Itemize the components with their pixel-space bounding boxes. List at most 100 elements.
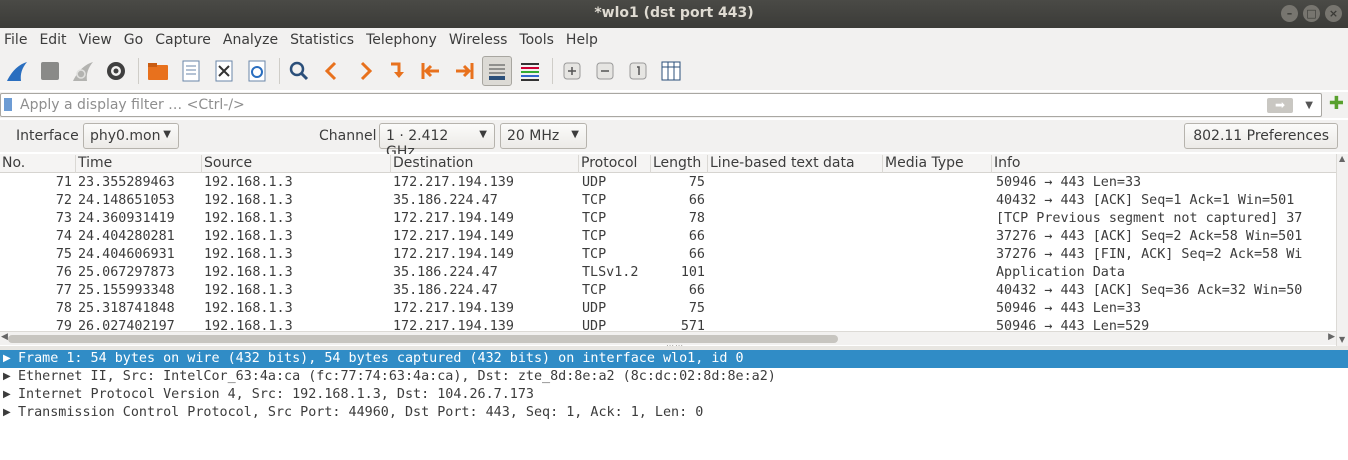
interface-label: Interface <box>16 128 79 144</box>
packet-list-header: No. Time Source Destination Protocol Len… <box>0 154 1348 173</box>
channel-width-select[interactable]: 20 MHz ▼ <box>500 123 587 149</box>
colorize-icon[interactable] <box>515 56 545 86</box>
cell-time: 23.355289463 <box>78 175 175 190</box>
back-arrow-icon[interactable] <box>317 56 347 86</box>
close-icon[interactable]: × <box>1325 5 1342 22</box>
autoscroll-icon[interactable] <box>482 56 512 86</box>
cell-info: 40432 → 443 [ACK] Seq=36 Ack=32 Win=50 <box>996 283 1303 298</box>
column-header-info[interactable]: Info <box>992 155 1336 173</box>
close-file-icon[interactable] <box>209 56 239 86</box>
search-icon[interactable] <box>284 56 314 86</box>
vertical-scrollbar[interactable]: ▲ ▼ <box>1336 154 1348 346</box>
menu-analyze[interactable]: Analyze <box>217 32 284 48</box>
cell-length: 75 <box>688 175 705 190</box>
table-row[interactable]: 72 24.148651053 192.168.1.3 35.186.224.47 TC… <box>0 192 1336 210</box>
details-row-ethernet[interactable]: ▶ Ethernet II, Src: IntelCor_63:4a:ca (f… <box>0 368 1348 386</box>
cell-no: 77 <box>55 283 72 298</box>
maximize-icon[interactable]: □ <box>1303 5 1320 22</box>
cell-no: 74 <box>55 229 72 244</box>
scroll-right-icon[interactable]: ▶ <box>1328 332 1335 342</box>
add-filter-button-icon[interactable]: ✚ <box>1329 95 1344 113</box>
shark-fin-start-icon[interactable] <box>2 56 32 86</box>
cell-destination: 172.217.194.139 <box>393 175 514 190</box>
stop-square-icon[interactable] <box>35 56 65 86</box>
expand-arrow-icon[interactable]: ▶ <box>3 386 11 404</box>
details-text: Transmission Control Protocol, Src Port:… <box>18 405 704 420</box>
go-to-packet-icon[interactable] <box>383 56 413 86</box>
table-row[interactable]: 76 25.067297873 192.168.1.3 35.186.224.47 TL… <box>0 264 1336 282</box>
scroll-down-icon[interactable]: ▼ <box>1339 335 1345 344</box>
menu-capture[interactable]: Capture <box>149 32 217 48</box>
display-filter-input[interactable]: Apply a display filter … <Ctrl-/> ➡ ▼ <box>0 93 1322 117</box>
cell-destination: 35.186.224.47 <box>393 265 498 280</box>
expand-arrow-icon[interactable]: ▶ <box>3 350 11 368</box>
table-row[interactable]: 75 24.404606931 192.168.1.3 172.217.194.149… <box>0 246 1336 264</box>
first-packet-icon[interactable] <box>416 56 446 86</box>
channel-width-value: 20 MHz <box>507 128 560 144</box>
apply-arrow-icon[interactable]: ➡ <box>1267 98 1293 113</box>
menu-tools[interactable]: Tools <box>513 32 560 48</box>
zoom-in-icon[interactable] <box>557 56 587 86</box>
column-header-time[interactable]: Time <box>76 155 202 173</box>
scrollbar-thumb[interactable] <box>8 335 838 343</box>
window-title: *wlo1 (dst port 443) <box>594 5 754 21</box>
reload-icon[interactable] <box>242 56 272 86</box>
cell-length: 66 <box>688 193 705 208</box>
column-header-no[interactable]: No. <box>0 155 76 173</box>
normal-size-icon[interactable] <box>623 56 653 86</box>
80211-preferences-button[interactable]: 802.11 Preferences <box>1184 123 1338 149</box>
cell-time: 24.148651053 <box>78 193 175 208</box>
open-folder-icon[interactable] <box>143 56 173 86</box>
column-header-destination[interactable]: Destination <box>391 155 579 173</box>
chevron-down-icon[interactable]: ▼ <box>1305 100 1313 111</box>
resize-columns-icon[interactable] <box>656 56 686 86</box>
scroll-up-icon[interactable]: ▲ <box>1339 154 1345 163</box>
last-packet-icon[interactable] <box>449 56 479 86</box>
cell-no: 76 <box>55 265 72 280</box>
zoom-out-icon[interactable] <box>590 56 620 86</box>
details-row-tcp[interactable]: ▶ Transmission Control Protocol, Src Por… <box>0 404 1348 422</box>
scroll-left-icon[interactable]: ◀ <box>1 332 8 342</box>
details-row-frame[interactable]: ▶ Frame 1: 54 bytes on wire (432 bits), … <box>0 350 1348 368</box>
minimize-icon[interactable]: – <box>1281 5 1298 22</box>
save-file-icon[interactable] <box>176 56 206 86</box>
table-row[interactable]: 73 24.360931419 192.168.1.3 172.217.194.149… <box>0 210 1336 228</box>
interface-select[interactable]: phy0.mon ▼ <box>83 123 179 149</box>
cell-info: Application Data <box>996 265 1125 280</box>
menu-wireless[interactable]: Wireless <box>443 32 514 48</box>
expand-arrow-icon[interactable]: ▶ <box>3 368 11 386</box>
menu-view[interactable]: View <box>73 32 118 48</box>
cell-destination: 172.217.194.149 <box>393 211 514 226</box>
menu-go[interactable]: Go <box>118 32 149 48</box>
restart-fin-icon[interactable] <box>68 56 98 86</box>
table-row[interactable]: 78 25.318741848 192.168.1.3 172.217.194.139… <box>0 300 1336 318</box>
details-row-ipv4[interactable]: ▶ Internet Protocol Version 4, Src: 192.… <box>0 386 1348 404</box>
column-header-source[interactable]: Source <box>202 155 391 173</box>
menu-telephony[interactable]: Telephony <box>360 32 443 48</box>
cell-time: 24.404280281 <box>78 229 175 244</box>
cell-info: 50946 → 443 Len=33 <box>996 175 1142 190</box>
table-row[interactable]: 77 25.155993348 192.168.1.3 35.186.224.47 TC… <box>0 282 1336 300</box>
cell-protocol: TCP <box>582 229 607 244</box>
packet-details: ▶ Frame 1: 54 bytes on wire (432 bits), … <box>0 350 1348 460</box>
channel-select[interactable]: 1 · 2.412 GHz ▼ <box>379 123 495 160</box>
gear-options-icon[interactable] <box>101 56 131 86</box>
menu-edit[interactable]: Edit <box>33 32 72 48</box>
cell-protocol: TCP <box>582 283 607 298</box>
menu-help[interactable]: Help <box>560 32 604 48</box>
menu-statistics[interactable]: Statistics <box>284 32 360 48</box>
cell-protocol: TCP <box>582 211 607 226</box>
bookmark-icon[interactable] <box>4 98 12 111</box>
toolbar-separator <box>138 58 139 84</box>
expand-arrow-icon[interactable]: ▶ <box>3 404 11 422</box>
cell-protocol: UDP <box>582 301 607 316</box>
column-header-length[interactable]: Length <box>651 155 708 173</box>
cell-info: 40432 → 443 [ACK] Seq=1 Ack=1 Win=501 <box>996 193 1295 208</box>
column-header-media-type[interactable]: Media Type <box>883 155 992 173</box>
column-header-line-based-text[interactable]: Line-based text data <box>708 155 883 173</box>
table-row[interactable]: 74 24.404280281 192.168.1.3 172.217.194.149… <box>0 228 1336 246</box>
menu-file[interactable]: File <box>0 32 33 48</box>
column-header-protocol[interactable]: Protocol <box>579 155 651 173</box>
forward-arrow-icon[interactable] <box>350 56 380 86</box>
table-row[interactable]: 71 23.355289463 192.168.1.3 172.217.194.139… <box>0 174 1336 192</box>
